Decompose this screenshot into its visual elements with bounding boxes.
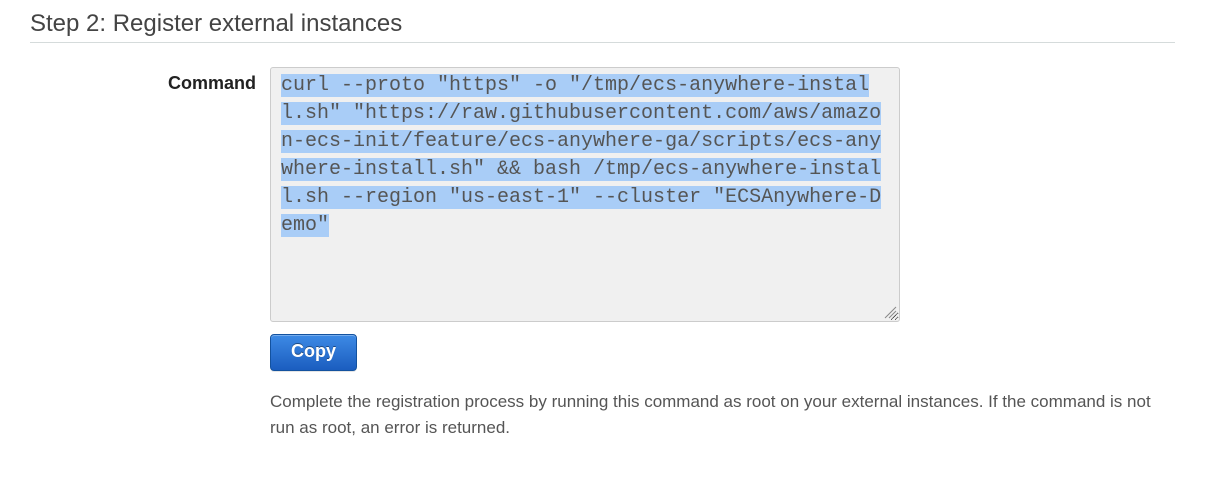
copy-button[interactable]: Copy <box>270 334 357 371</box>
command-code-text: curl --proto "https" -o "/tmp/ecs-anywhe… <box>281 74 881 237</box>
resize-handle-icon[interactable] <box>883 305 897 319</box>
command-help-text: Complete the registration process by run… <box>270 389 1170 440</box>
command-code-box[interactable]: curl --proto "https" -o "/tmp/ecs-anywhe… <box>270 67 900 322</box>
step-title: Step 2: Register external instances <box>30 10 1175 43</box>
command-label: Command <box>30 67 270 94</box>
command-row: Command curl --proto "https" -o "/tmp/ec… <box>30 67 1175 440</box>
